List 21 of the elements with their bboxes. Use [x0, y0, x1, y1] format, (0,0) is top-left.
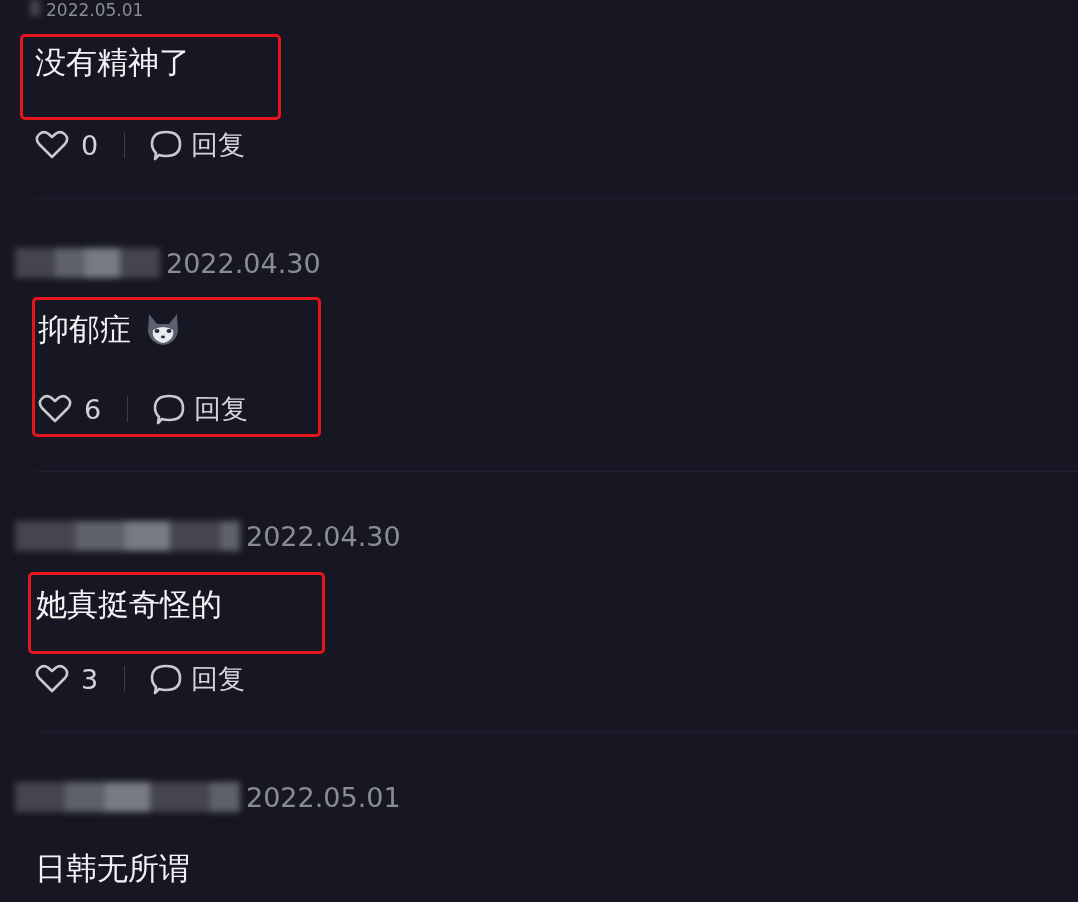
speech-bubble-icon [149, 129, 184, 161]
heart-icon [35, 130, 69, 160]
reply-button[interactable]: 回复 [149, 661, 246, 697]
like-count: 3 [81, 663, 99, 695]
reply-button[interactable]: 回复 [149, 127, 246, 163]
comment-date: 2022.04.30 [246, 520, 401, 552]
like-count: 6 [84, 393, 102, 425]
comment-text: 她真挺奇怪的 [36, 585, 222, 624]
speech-bubble-icon [149, 663, 184, 695]
reply-button[interactable]: 回复 [152, 391, 249, 427]
heart-icon [38, 394, 72, 424]
comment-date: 2022.05.01 [46, 0, 144, 20]
comment-date: 2022.04.30 [166, 247, 321, 279]
comment-text: 抑郁症 [38, 310, 131, 349]
blurred-name [30, 0, 40, 16]
comment-text: 没有精神了 [35, 43, 190, 82]
comment-date: 2022.05.01 [246, 781, 401, 813]
speech-bubble-icon [152, 393, 187, 425]
comment-text: 日韩无所谓 [35, 849, 190, 888]
like-count: 0 [81, 129, 99, 161]
heart-icon [35, 664, 69, 694]
